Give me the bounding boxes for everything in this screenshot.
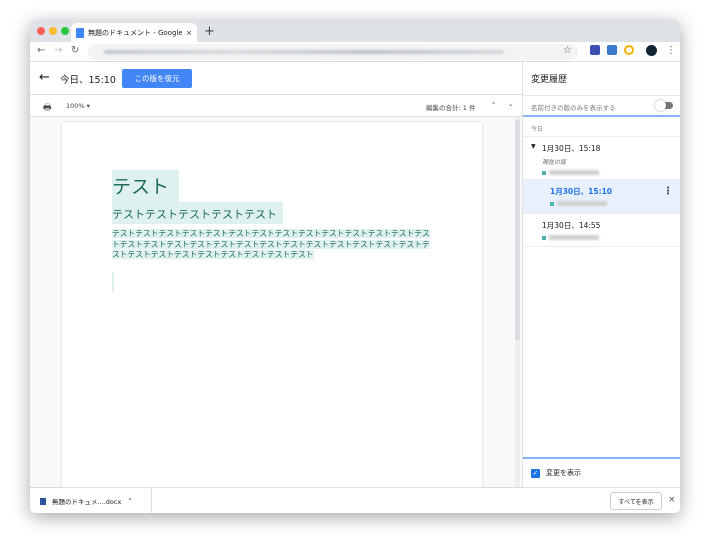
profile-avatar[interactable] [646,45,657,56]
back-icon[interactable]: ← [37,45,45,56]
close-download-bar-icon[interactable]: × [668,495,676,505]
chevron-up-icon[interactable]: ⌃ [127,497,132,505]
tab-close-icon[interactable]: × [186,29,192,37]
address-bar-row: ← → ↻ ☆ ⋮ [30,42,680,62]
group-label: 今日 [523,119,680,137]
author [550,201,680,206]
doc-heading: テスト [112,170,180,205]
version-title: 今日、15:10 [60,75,116,86]
url-input[interactable]: ☆ [88,44,578,60]
prev-edit-button[interactable]: ⌃ [491,101,496,109]
edits-total: 編集の合計: 1 件 [426,104,476,112]
forward-icon[interactable]: → [54,45,62,56]
show-changes-row: ✓ 変更を表示 [523,457,680,487]
version-header: ← 今日、15:10 この版を復元 [30,62,522,95]
reload-icon[interactable]: ↻ [71,45,79,56]
tab-bar: 無題のドキュメント - Google ドキュメント × + [30,20,680,42]
extension-icon[interactable] [607,45,617,55]
scrollbar[interactable] [515,117,520,487]
named-only-row: 名前付きの版のみを表示する [523,95,680,117]
next-edit-button[interactable]: ⌄ [508,100,513,108]
doc-body: テストテストテストテストテストテストテストテストテストテストテストテストテストテ… [112,229,430,259]
word-file-icon [40,497,46,505]
download-bar: 無題のドキュメ....docx ⌃ すべてを表示 × [30,487,680,513]
text-cursor [112,272,114,292]
docs-icon [76,27,84,38]
minimize-window-button[interactable] [49,27,57,35]
extension-icon[interactable] [624,45,634,55]
more-options-icon[interactable]: ⋮ [663,186,673,197]
version-history-panel: 変更履歴 名前付きの版のみを表示する 今日 ▼ 1月30日、15:18 現在の版… [522,62,680,487]
author [542,235,680,240]
browser-menu-icon[interactable]: ⋮ [666,45,676,56]
show-changes-checkbox[interactable]: ✓ [531,468,540,478]
version-item[interactable]: ▼ 1月30日、15:18 現在の版 [523,137,680,180]
restore-version-button[interactable]: この版を復元 [122,69,192,88]
scrollbar-thumb[interactable] [515,120,520,340]
doc-subtitle: テストテストテストテストテスト [112,202,283,224]
toolbar: 🖶 100% ▾ 編集の合計: 1 件 ⌃ ⌄ [30,95,522,117]
extension-icon[interactable] [590,45,600,55]
zoom-select[interactable]: 100% ▾ [66,102,90,110]
print-icon[interactable]: 🖶 [43,100,52,116]
document-page: テスト テストテストテストテストテスト テストテストテストテストテストテストテス… [62,122,482,492]
named-only-toggle[interactable] [655,100,673,111]
show-all-button[interactable]: すべてを表示 [610,492,662,510]
browser-window: 無題のドキュメント - Google ドキュメント × + ← → ↻ ☆ ⋮ … [30,20,680,513]
expand-triangle-icon[interactable]: ▼ [531,143,536,150]
maximize-window-button[interactable] [61,27,69,35]
download-item[interactable]: 無題のドキュメ....docx ⌃ [30,488,152,513]
new-tab-button[interactable]: + [204,24,215,39]
document-area: テスト テストテストテストテストテスト テストテストテストテストテストテストテス… [30,117,522,492]
version-item-selected[interactable]: 1月30日、15:10 ⋮ [523,180,680,214]
version-item[interactable]: 1月30日、14:55 [523,214,680,247]
close-window-button[interactable] [37,27,45,35]
bookmark-star-icon[interactable]: ☆ [563,45,572,56]
panel-title: 変更履歴 [531,75,568,85]
author [542,170,680,175]
back-arrow-icon[interactable]: ← [39,70,50,85]
browser-tab[interactable]: 無題のドキュメント - Google ドキュメント × [71,23,197,42]
